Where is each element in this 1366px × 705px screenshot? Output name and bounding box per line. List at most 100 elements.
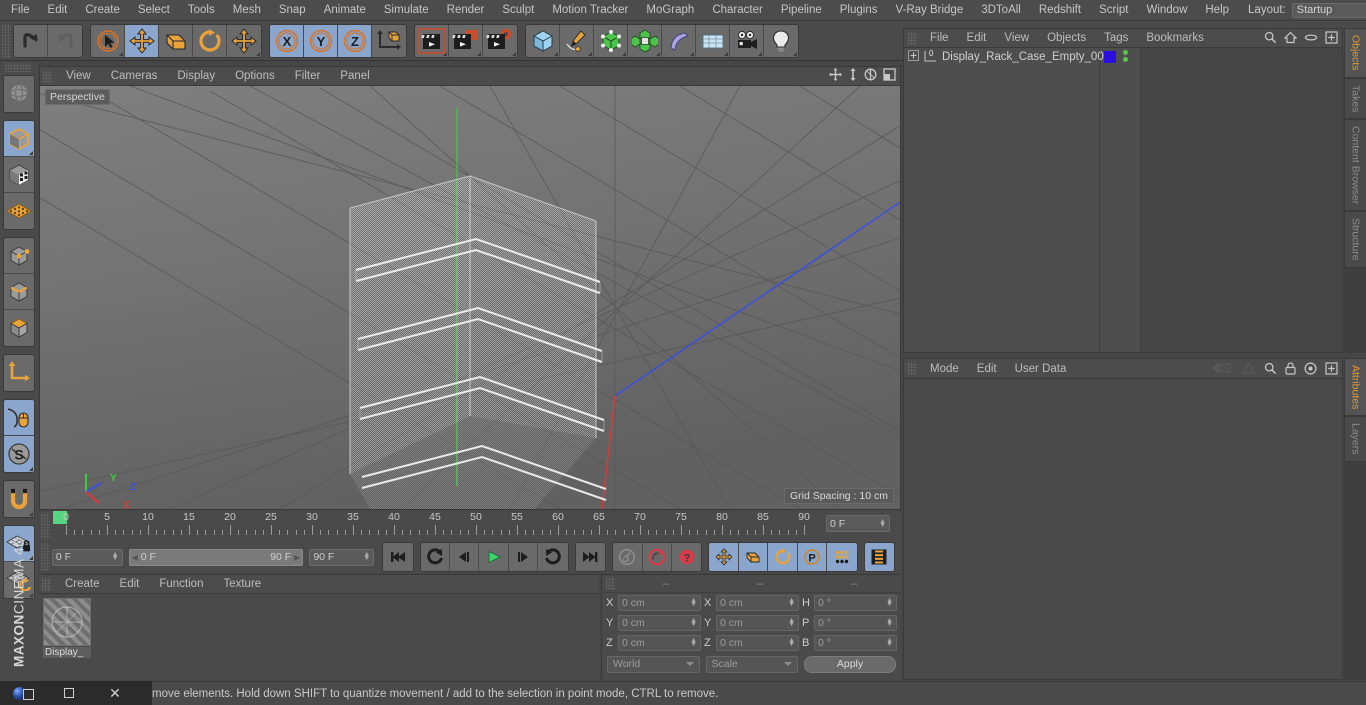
magnet-tool-button[interactable] xyxy=(4,481,34,517)
object-menu-edit[interactable]: Edit xyxy=(958,29,996,48)
menu-motion-tracker[interactable]: Motion Tracker xyxy=(543,0,637,21)
size-z-field[interactable]: 0 cm ▲ ▼ xyxy=(716,635,799,651)
scale-tool[interactable] xyxy=(159,24,193,57)
object-tag-area[interactable] xyxy=(1140,48,1342,352)
material-menu-grip[interactable] xyxy=(42,577,51,591)
record-active-objects-button[interactable] xyxy=(642,543,673,571)
material-menu-function[interactable]: Function xyxy=(149,575,213,594)
object-manager-grip[interactable] xyxy=(908,31,917,45)
menu-3dtoall[interactable]: 3DToAll xyxy=(972,0,1030,21)
rotation-b-field[interactable]: 0 ° ▲ ▼ xyxy=(814,635,897,651)
next-frame-button[interactable] xyxy=(508,543,539,571)
menu-select[interactable]: Select xyxy=(129,0,179,21)
attributes-menu-mode[interactable]: Mode xyxy=(921,359,968,379)
timeline-range-slider[interactable]: ◀ 0 F 90 F ▶ xyxy=(128,548,304,566)
forward-history-icon[interactable] xyxy=(1241,361,1256,378)
material-menu-texture[interactable]: Texture xyxy=(213,575,271,594)
menu-sculpt[interactable]: Sculpt xyxy=(493,0,543,21)
tab-structure[interactable]: Structure xyxy=(1344,211,1366,268)
redo-button[interactable] xyxy=(48,24,82,57)
rotate-view-icon[interactable] xyxy=(864,68,877,84)
add-environment-button[interactable] xyxy=(696,24,730,57)
custom-move-tool[interactable] xyxy=(227,24,261,57)
spinner-icon[interactable]: ▲ ▼ xyxy=(690,637,697,648)
spinner-icon[interactable]: ▲ ▼ xyxy=(788,597,795,608)
record-scale-button[interactable] xyxy=(738,543,769,571)
timeline-controls-grip[interactable] xyxy=(41,543,50,571)
attributes-grip[interactable] xyxy=(908,362,917,375)
material-menu-edit[interactable]: Edit xyxy=(110,575,150,594)
coordinate-mode-select[interactable]: Scale xyxy=(705,655,798,673)
object-menu-view[interactable]: View xyxy=(995,29,1038,48)
record-rotation-button[interactable] xyxy=(768,543,798,571)
range-right-arrow-icon[interactable]: ▶ xyxy=(294,553,300,562)
attributes-menu-edit[interactable]: Edit xyxy=(968,359,1006,379)
object-menu-bookmarks[interactable]: Bookmarks xyxy=(1137,29,1213,48)
attributes-content[interactable] xyxy=(904,379,1342,679)
position-z-field[interactable]: 0 cm ▲ ▼ xyxy=(618,635,701,651)
record-parameter-button[interactable]: P xyxy=(797,543,828,571)
menu-file[interactable]: File xyxy=(2,0,39,21)
play-button[interactable] xyxy=(479,543,509,571)
menu-vray-bridge[interactable]: V-Ray Bridge xyxy=(886,0,972,21)
live-selection-tool[interactable] xyxy=(91,24,125,57)
material-menu-create[interactable]: Create xyxy=(55,575,110,594)
table-row[interactable]: 0 Display_Rack_Case_Empty_001 xyxy=(904,48,1342,65)
autokeying-button[interactable] xyxy=(613,543,643,571)
menu-character[interactable]: Character xyxy=(703,0,772,21)
spinner-icon[interactable]: ▲ ▼ xyxy=(788,617,795,628)
model-mode-button[interactable] xyxy=(4,121,34,157)
layout-select[interactable]: Startup xyxy=(1291,2,1366,18)
timeline-dopesheet-button[interactable] xyxy=(864,543,894,571)
keyframe-selection-button[interactable]: ? xyxy=(672,543,702,571)
lock-icon[interactable] xyxy=(1285,361,1296,378)
go-to-end-button[interactable] xyxy=(575,543,606,571)
tab-layers[interactable]: Layers xyxy=(1344,416,1366,462)
plus-box-icon[interactable] xyxy=(1325,361,1338,378)
tab-takes[interactable]: Takes xyxy=(1344,77,1366,120)
dolly-view-icon[interactable] xyxy=(848,68,858,84)
menu-render[interactable]: Render xyxy=(438,0,494,21)
max-frame-field[interactable]: 90 F ▲ ▼ xyxy=(309,548,375,566)
object-menu-objects[interactable]: Objects xyxy=(1038,29,1095,48)
edges-mode-button[interactable] xyxy=(4,274,34,310)
restore-window-button[interactable] xyxy=(46,681,92,705)
viewport-menu-filter[interactable]: Filter xyxy=(285,67,331,86)
rotation-p-field[interactable]: 0 ° ▲ ▼ xyxy=(814,615,897,631)
polygons-mode-button[interactable] xyxy=(4,310,34,346)
menu-redshift[interactable]: Redshift xyxy=(1030,0,1090,21)
enable-axis-button[interactable] xyxy=(4,400,34,436)
timeline-grip[interactable] xyxy=(41,513,50,539)
search-icon[interactable] xyxy=(1264,31,1277,47)
size-y-field[interactable]: 0 cm ▲ ▼ xyxy=(716,615,799,631)
lock-x-axis-button[interactable]: X xyxy=(270,24,304,57)
points-mode-button[interactable] xyxy=(4,238,34,274)
lock-y-axis-button[interactable]: Y xyxy=(304,24,338,57)
previous-frame-button[interactable] xyxy=(450,543,480,571)
spinner-icon[interactable]: ▲ ▼ xyxy=(886,617,893,628)
spinner-icon[interactable]: ▲ ▼ xyxy=(112,551,119,562)
move-tool[interactable] xyxy=(125,24,159,57)
menu-animate[interactable]: Animate xyxy=(315,0,375,21)
ellipse-icon[interactable] xyxy=(1304,31,1318,47)
viewport-menu-grip[interactable] xyxy=(43,69,52,83)
object-color-swatch[interactable] xyxy=(1104,51,1116,63)
menu-pipeline[interactable]: Pipeline xyxy=(772,0,831,21)
target-icon[interactable] xyxy=(1304,361,1317,378)
position-y-field[interactable]: 0 cm ▲ ▼ xyxy=(618,615,701,631)
rotation-h-field[interactable]: 0 ° ▲ ▼ xyxy=(814,595,897,611)
spinner-icon[interactable]: ▲ ▼ xyxy=(363,551,370,562)
add-light-button[interactable] xyxy=(764,24,798,57)
menu-script[interactable]: Script xyxy=(1090,0,1137,21)
expand-toggle-icon[interactable] xyxy=(908,49,919,64)
left-toolbar-grip[interactable] xyxy=(5,63,31,72)
render-settings-button[interactable] xyxy=(483,24,517,57)
menu-simulate[interactable]: Simulate xyxy=(375,0,438,21)
viewport-menu-view[interactable]: View xyxy=(56,67,101,86)
viewport-menu-display[interactable]: Display xyxy=(167,67,225,86)
render-view-button[interactable] xyxy=(415,24,449,57)
spinner-icon[interactable]: ▲ ▼ xyxy=(690,617,697,628)
maximize-view-icon[interactable] xyxy=(883,68,896,84)
menu-plugins[interactable]: Plugins xyxy=(831,0,887,21)
current-frame-field[interactable]: 0 F ▲ ▼ xyxy=(51,548,123,566)
